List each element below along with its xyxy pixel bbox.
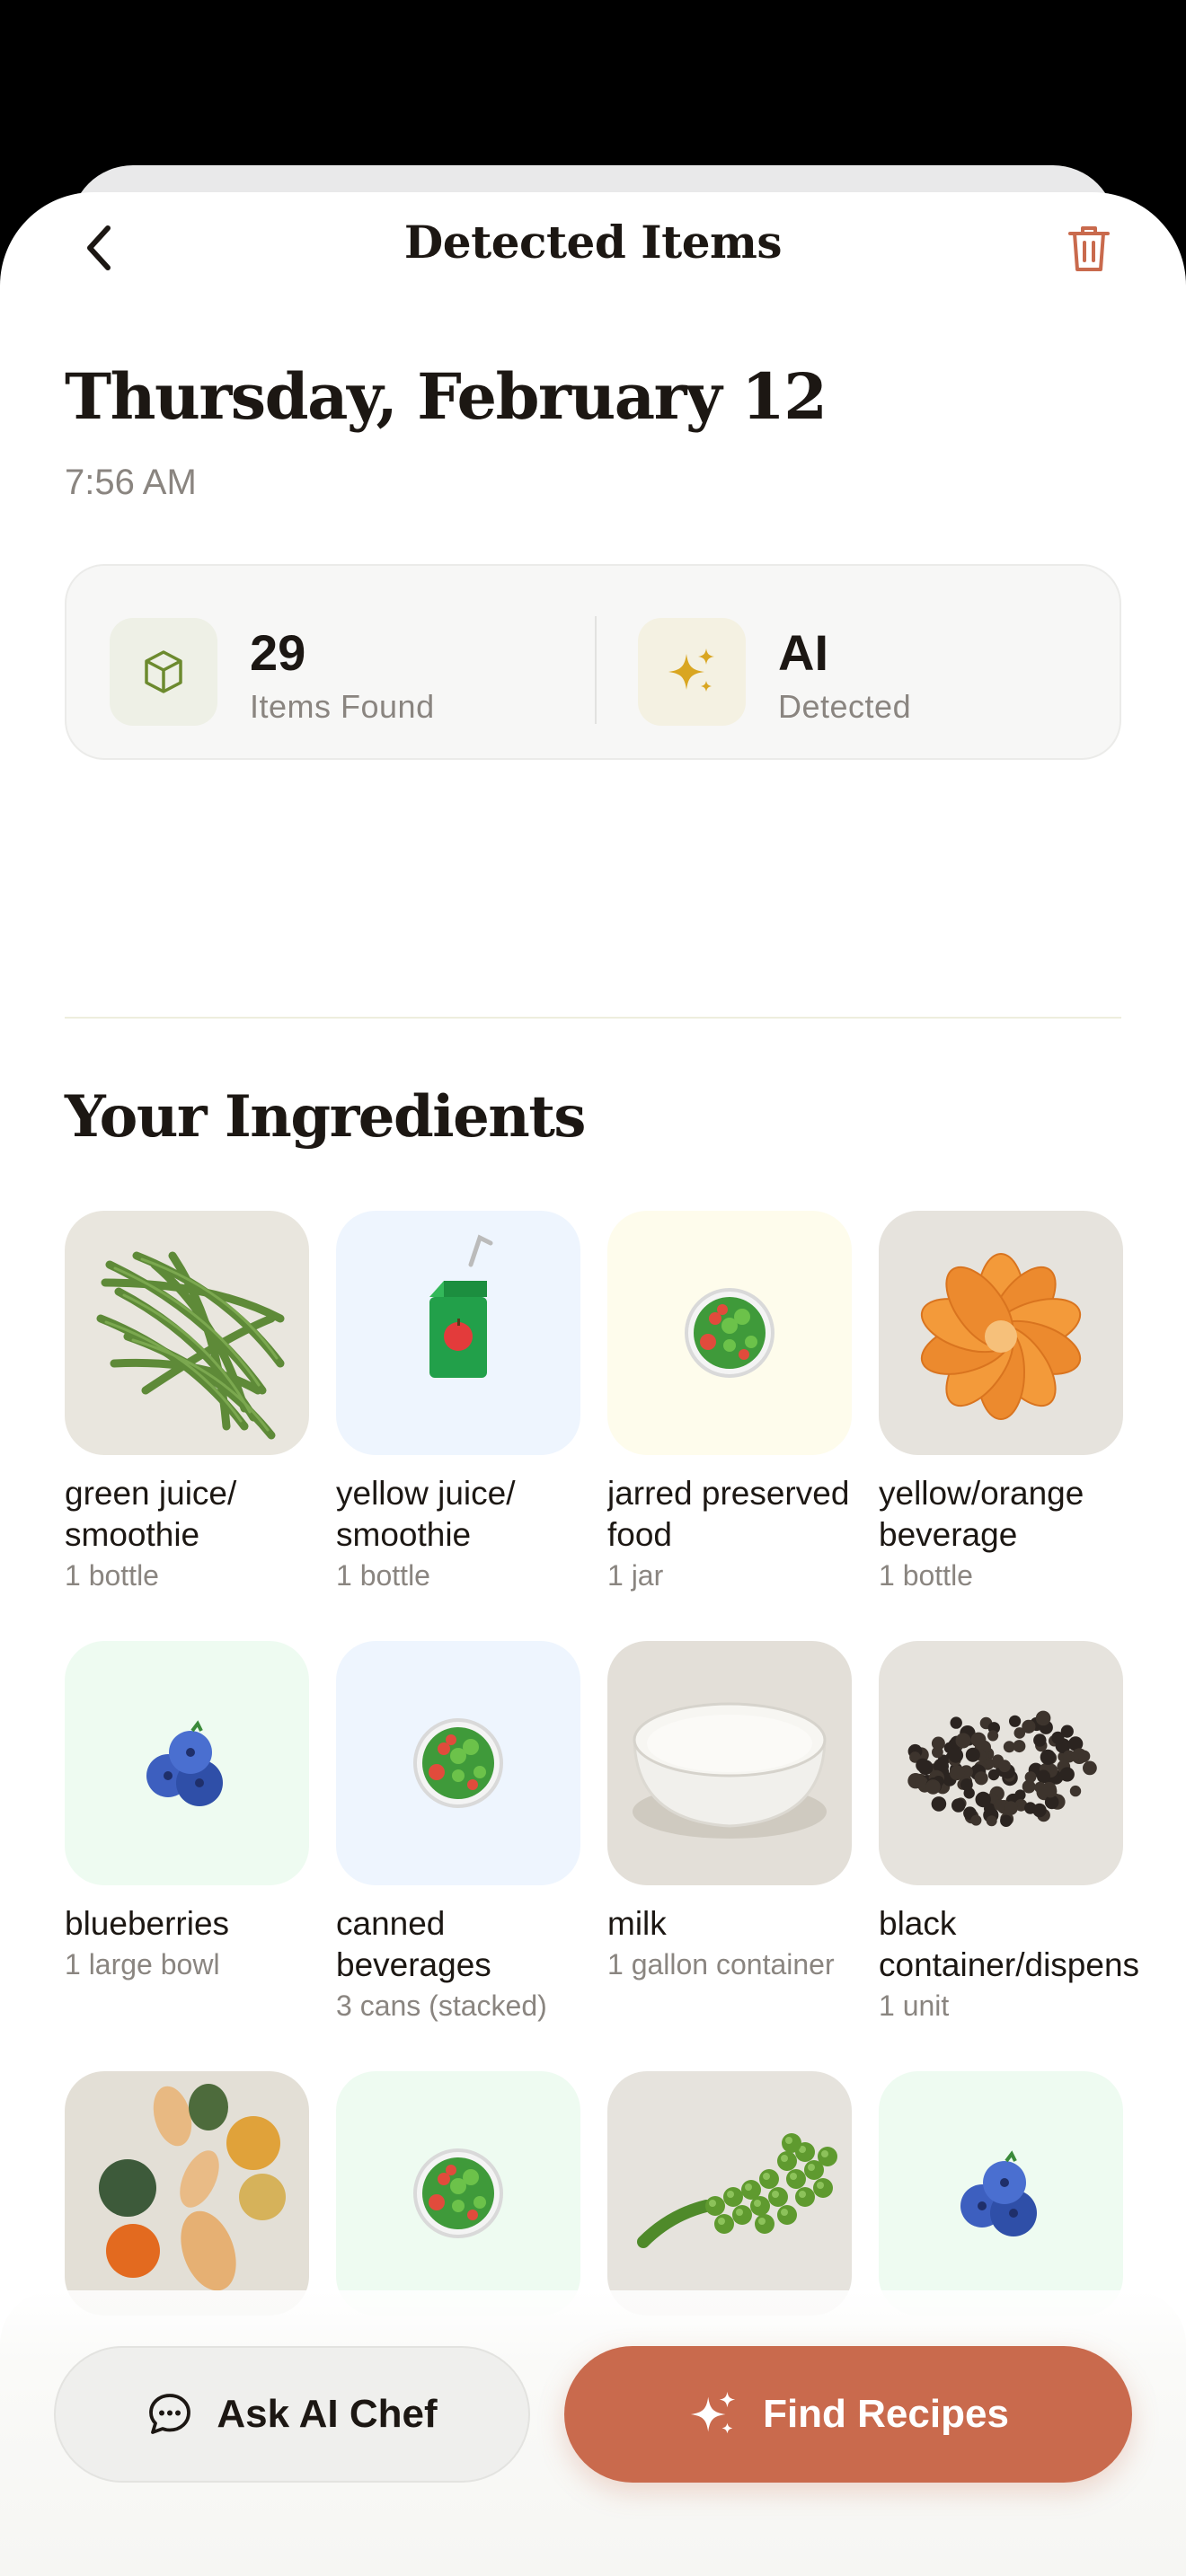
ingredient-quantity: 1 bottle [336,1559,430,1592]
ingredient-tile[interactable] [607,2071,852,2316]
ai-detected-value: AI [778,624,828,681]
peppercorns-image [907,1710,1097,1827]
ingredient-name: green juice/ smoothie [65,1475,237,1553]
ingredient-tile[interactable] [879,1211,1123,1455]
items-found-count: 29 [250,624,306,681]
find-recipes-button[interactable]: Find Recipes [564,2346,1132,2483]
ask-ai-chef-button[interactable]: Ask AI Chef [54,2346,530,2483]
ingredient-tile[interactable] [607,1641,852,1885]
ingredient-quantity: 1 jar [607,1559,664,1592]
stats-divider [595,616,597,724]
chevron-left-icon [87,225,111,270]
stats-card: 29 Items Found AI Detected [65,564,1121,760]
items-found-label: Items Found [250,688,435,725]
find-recipes-label: Find Recipes [763,2392,1009,2436]
salad-emoji-image [413,2148,503,2238]
peas-image [637,2133,837,2248]
ingredient-name: yellow juice/ smoothie [336,1475,516,1553]
ingredient-name: blueberries [65,1905,230,1942]
salad-emoji-image [685,1288,774,1378]
ingredient-tile[interactable] [336,2071,580,2316]
juice-box-emoji-image [429,1234,493,1378]
trash-icon [1068,226,1110,271]
ingredient-name: jarred preserved food [607,1475,850,1553]
delete-button[interactable] [1055,214,1123,282]
milk-bowl-image [633,1702,827,1839]
ingredient-tile[interactable] [336,1211,580,1455]
green-beans-image [96,1251,285,1440]
ai-detected-icon-tile [638,618,746,726]
section-title: Your Ingredients [65,1083,586,1151]
scan-time: 7:56 AM [65,463,197,502]
page-title: Detected Items [403,216,783,269]
blueberries-emoji-image [146,1720,223,1806]
blueberries-emoji-image [960,2150,1037,2236]
salad-emoji-image [413,1718,503,1808]
ingredient-quantity: 3 cans (stacked) [336,1989,547,2022]
sparkles-icon [668,648,714,692]
ingredient-tile[interactable] [65,1211,309,1455]
sparkles-icon [690,2391,736,2434]
ingredient-tile[interactable] [336,1641,580,1885]
ingredient-name: milk [607,1905,667,1942]
ingredient-tile[interactable] [65,2071,309,2316]
squashes-image [99,2084,286,2291]
section-divider [65,1017,1121,1019]
ingredient-quantity: 1 gallon container [607,1948,835,1981]
ai-detected-label: Detected [778,688,912,725]
chat-bubble-icon [149,2394,191,2434]
items-found-icon-tile [110,618,217,726]
ask-ai-chef-label: Ask AI Chef [217,2392,438,2436]
ingredient-tile[interactable] [879,2071,1123,2316]
ingredient-quantity: 1 bottle [879,1559,973,1592]
scan-date: Thursday, February 12 [65,359,828,434]
ingredient-tile[interactable] [65,1641,309,1885]
back-button[interactable] [65,214,133,282]
ingredient-quantity: 1 large bowl [65,1948,220,1981]
tangerine-image [920,1253,1082,1420]
ingredient-name: yellow/orange beverage [879,1475,1084,1553]
ingredient-quantity: 1 unit [879,1989,950,2022]
ingredient-tile[interactable] [879,1641,1123,1885]
cube-icon [145,650,182,693]
ingredient-quantity: 1 bottle [65,1559,159,1592]
ingredient-tile[interactable] [607,1211,852,1455]
ingredient-name: black container/dispenser [879,1905,1139,1983]
ingredient-name: canned beverages [336,1905,491,1983]
